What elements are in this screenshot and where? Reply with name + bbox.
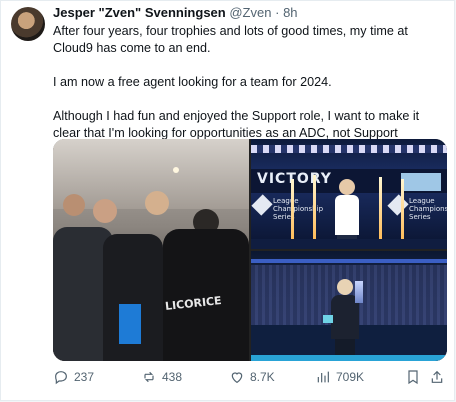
tweet-header: Jesper "Zven" Svenningsen @Zven · 8h [53, 5, 298, 20]
bookmark-icon [408, 370, 418, 385]
heart-icon [231, 372, 243, 384]
victory-banner: VICTORY [257, 171, 332, 187]
photo-player-trophy[interactable] [251, 251, 447, 361]
tweet-text: After four years, four trophies and lots… [53, 23, 448, 142]
repost-count: 438 [162, 370, 183, 384]
views-chart-icon [317, 371, 329, 383]
tweet-paragraph: I am now a free agent looking for a team… [53, 75, 332, 89]
bookmark-button[interactable] [405, 369, 421, 385]
repost-icon [144, 371, 154, 383]
reply-button[interactable]: 237 [53, 369, 94, 385]
display-name[interactable]: Jesper "Zven" Svenningsen [53, 5, 226, 20]
like-count: 8.7K [250, 370, 275, 384]
reply-icon [55, 371, 67, 385]
repost-button[interactable]: 438 [141, 369, 182, 385]
tweet-paragraph: Although I had fun and enjoyed the Suppo… [53, 109, 420, 140]
timestamp[interactable]: 8h [283, 5, 297, 20]
handle[interactable]: @Zven [229, 5, 271, 20]
photo-team-celebration[interactable]: LICORICE [53, 139, 249, 361]
tweet-paragraph: After four years, four trophies and lots… [53, 24, 408, 55]
tweet-card[interactable]: Jesper "Zven" Svenningsen @Zven · 8h Aft… [0, 0, 455, 401]
media-grid: LICORICE VICTORY League Championship Ser… [53, 139, 447, 361]
reply-count: 237 [74, 370, 95, 384]
photo-trophy-stage[interactable]: VICTORY League Championship Series Leagu… [251, 139, 447, 249]
lcs-logo-right: League Championship Series [409, 197, 447, 221]
view-count: 709K [336, 370, 365, 384]
tweet-actions: 237 438 8.7K 709K [53, 365, 448, 389]
avatar[interactable] [11, 7, 45, 41]
like-button[interactable]: 8.7K [229, 369, 275, 385]
views-button[interactable]: 709K [315, 369, 364, 385]
share-button[interactable] [429, 369, 445, 385]
separator: · [275, 5, 280, 20]
share-icon [431, 370, 443, 383]
